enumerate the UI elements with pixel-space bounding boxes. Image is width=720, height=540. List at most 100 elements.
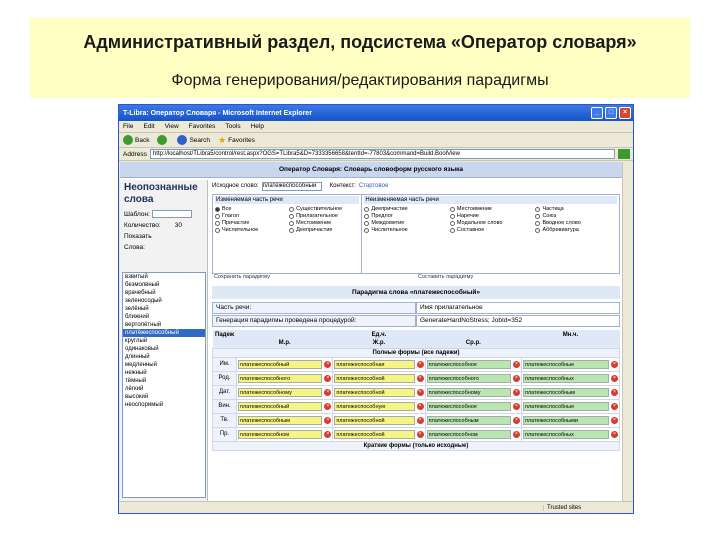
delete-icon[interactable]: × xyxy=(611,388,618,396)
pos-radio-option[interactable]: Числительное xyxy=(215,227,285,233)
word-list-item[interactable]: медленный xyxy=(123,361,205,369)
delete-icon[interactable]: × xyxy=(611,374,618,382)
pos-radio-option[interactable]: Союз xyxy=(535,213,617,219)
word-form-input[interactable]: платежеспособному xyxy=(238,387,323,397)
source-word-input[interactable] xyxy=(261,181,322,191)
pattern-input[interactable] xyxy=(151,210,192,218)
delete-icon[interactable]: × xyxy=(416,402,424,410)
pos-radio-option[interactable]: Частица xyxy=(535,206,617,212)
words-list[interactable]: взвитый безмолвный врачебный зеленосодый зел… xyxy=(122,272,206,498)
delete-icon[interactable]: × xyxy=(416,360,424,368)
maximize-icon[interactable]: □ xyxy=(605,107,617,119)
word-list-item[interactable]: врачебный xyxy=(123,289,205,297)
word-form-input[interactable]: платежеспособной xyxy=(334,373,415,383)
pos-radio-option[interactable]: Глагол xyxy=(215,213,285,219)
word-form-input[interactable]: платежеспособных xyxy=(522,373,609,383)
word-form-input[interactable]: платежеспособные xyxy=(522,359,609,369)
menu-edit[interactable]: Edit xyxy=(143,123,154,130)
word-list-item[interactable]: неоспоримый xyxy=(123,401,205,409)
show-link[interactable]: Показать xyxy=(124,233,152,240)
delete-icon[interactable]: × xyxy=(324,388,332,396)
word-form-input[interactable]: платежеспособном xyxy=(238,429,323,439)
word-list-item[interactable]: высокий xyxy=(123,393,205,401)
delete-icon[interactable]: × xyxy=(324,402,332,410)
pos-radio-option[interactable]: Предлог xyxy=(364,213,446,219)
word-form-input[interactable]: платежеспособная xyxy=(334,359,415,369)
word-form-input[interactable]: платежеспособными xyxy=(522,415,609,425)
delete-icon[interactable]: × xyxy=(611,430,618,438)
menu-view[interactable]: View xyxy=(165,123,179,130)
search-button[interactable]: Search xyxy=(177,135,210,145)
pos-radio-option[interactable]: Деепричастие xyxy=(289,227,359,233)
pos-radio-option[interactable]: Деепричастие xyxy=(364,206,446,212)
pos-radio-option[interactable]: Местоимение xyxy=(449,206,532,212)
vertical-scrollbar[interactable] xyxy=(622,162,633,502)
delete-icon[interactable]: × xyxy=(324,430,332,438)
pos-radio-option[interactable]: Числительное xyxy=(364,227,446,233)
word-list-item[interactable]: взвитый xyxy=(123,273,205,281)
word-list-item[interactable]: вертолётный xyxy=(123,321,205,329)
delete-icon[interactable]: × xyxy=(324,360,332,368)
start-paradigm-link[interactable]: Составить парадигму xyxy=(416,274,620,283)
menu-favorites[interactable]: Favorites xyxy=(189,123,216,130)
close-icon[interactable]: × xyxy=(619,107,631,119)
count-value[interactable]: 30 xyxy=(175,222,182,229)
forward-button[interactable] xyxy=(157,135,169,145)
address-input[interactable]: http://localhost/TLibra5/control/rest.as… xyxy=(149,149,615,159)
delete-icon[interactable]: × xyxy=(416,416,424,424)
word-list-item[interactable]: ближний xyxy=(123,313,205,321)
delete-icon[interactable]: × xyxy=(512,402,520,410)
word-form-input[interactable]: платежеспособным xyxy=(426,415,511,425)
word-form-input[interactable]: платежеспособной xyxy=(334,429,415,439)
delete-icon[interactable]: × xyxy=(512,360,520,368)
delete-icon[interactable]: × xyxy=(416,430,424,438)
word-form-input[interactable]: платежеспособному xyxy=(426,387,511,397)
context-value[interactable]: Стартовое xyxy=(359,183,388,189)
word-form-input[interactable]: платежеспособном xyxy=(426,429,511,439)
pos-radio-option[interactable]: Вводное слово xyxy=(535,220,617,226)
word-list-item[interactable]: тёмный xyxy=(123,377,205,385)
delete-icon[interactable]: × xyxy=(611,360,618,368)
delete-icon[interactable]: × xyxy=(512,388,520,396)
word-list-item[interactable]: одинаковый xyxy=(123,345,205,353)
word-list-item[interactable]: зеленосодый xyxy=(123,297,205,305)
word-list-item[interactable]: платёжеспособный xyxy=(123,329,205,337)
pos-radio-option[interactable]: Междометие xyxy=(364,220,446,226)
delete-icon[interactable]: × xyxy=(512,416,520,424)
word-form-input[interactable]: платежеспособной xyxy=(334,415,415,425)
save-paradigm-link[interactable]: Сохранить парадигму xyxy=(212,274,416,283)
pos-radio-option[interactable]: Составное xyxy=(449,227,532,233)
delete-icon[interactable]: × xyxy=(512,374,520,382)
delete-icon[interactable]: × xyxy=(324,416,332,424)
delete-icon[interactable]: × xyxy=(416,374,424,382)
menu-file[interactable]: File xyxy=(123,123,133,130)
word-form-input[interactable]: платежеспособным xyxy=(522,387,609,397)
word-form-input[interactable]: платежеспособный xyxy=(238,359,323,369)
word-list-item[interactable]: безмолвный xyxy=(123,281,205,289)
go-button[interactable] xyxy=(618,149,630,159)
pos-radio-option[interactable]: Аббревиатура xyxy=(535,227,617,233)
pos-radio-option[interactable]: Причастие xyxy=(215,220,285,226)
word-list-item[interactable]: длинный xyxy=(123,353,205,361)
pos-radio-option[interactable]: Местоимение xyxy=(289,220,359,226)
pos-radio-option[interactable]: Наречие xyxy=(449,213,532,219)
word-list-item[interactable]: нежный xyxy=(123,369,205,377)
word-form-input[interactable]: платежеспособных xyxy=(522,429,609,439)
pos-radio-option[interactable]: Все xyxy=(215,206,285,212)
pos-radio-option[interactable]: Прилагательное xyxy=(289,213,359,219)
word-form-input[interactable]: платежеспособного xyxy=(238,373,323,383)
word-form-input[interactable]: платежеспособное xyxy=(426,401,511,411)
word-list-item[interactable]: зелёный xyxy=(123,305,205,313)
word-form-input[interactable]: платежеспособной xyxy=(334,387,415,397)
word-form-input[interactable]: платежеспособный xyxy=(238,401,323,411)
pos-radio-option[interactable]: Существительное xyxy=(289,206,359,212)
word-list-item[interactable]: лёгкий xyxy=(123,385,205,393)
word-form-input[interactable]: платежеспособные xyxy=(522,401,609,411)
word-list-item[interactable]: круглый xyxy=(123,337,205,345)
word-form-input[interactable]: платежеспособного xyxy=(426,373,511,383)
favorites-button[interactable]: ★ Favorites xyxy=(218,135,255,146)
word-form-input[interactable]: платежеспособную xyxy=(334,401,415,411)
word-form-input[interactable]: платежеспособное xyxy=(426,359,511,369)
delete-icon[interactable]: × xyxy=(416,388,424,396)
delete-icon[interactable]: × xyxy=(611,402,618,410)
